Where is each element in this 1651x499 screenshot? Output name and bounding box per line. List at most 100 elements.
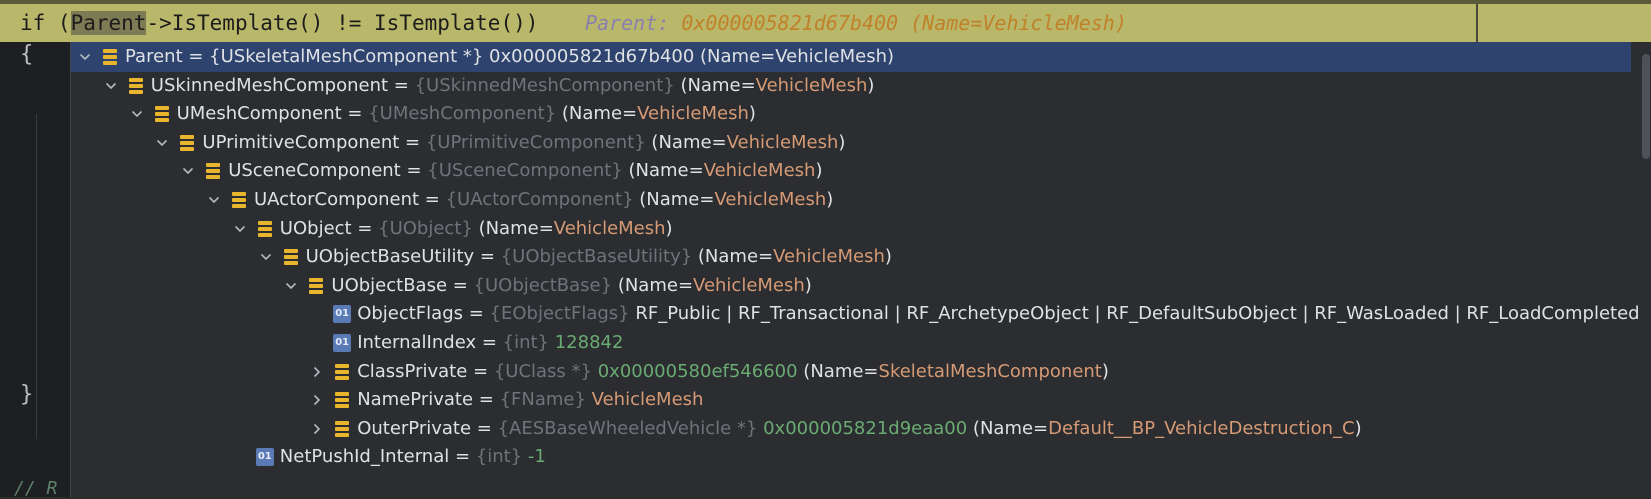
field-number-value: 0x000005821d9eaa00 (763, 417, 968, 439)
tree-row[interactable]: OuterPrivate = {AESBaseWheeledVehicle *}… (71, 414, 1631, 444)
field-type: {int} (502, 332, 555, 353)
primitive-field-icon: 01 (333, 334, 352, 352)
field-value-suffix: ) (826, 189, 834, 210)
field-name: UMeshComponent = (176, 103, 369, 125)
chevron-down-icon[interactable] (103, 71, 119, 101)
tree-row-text: NamePrivate = {FName} VehicleMesh (357, 385, 703, 415)
field-value-suffix: ) (884, 246, 892, 268)
field-name: UObjectBaseUtility = (305, 246, 501, 268)
field-type: {EObjectFlags} (489, 303, 636, 325)
tree-row[interactable]: UObject = {UObject} (Name=VehicleMesh) (71, 214, 1631, 244)
field-value: (Name= (967, 417, 1049, 439)
field-value: {USkeletalMeshComponent *} 0x000005821d6… (209, 46, 895, 67)
tree-row[interactable]: UObjectBaseUtility = {UObjectBaseUtility… (71, 242, 1631, 272)
tree-row[interactable]: USceneComponent = {USceneComponent} (Nam… (71, 156, 1631, 186)
chevron-down-icon[interactable] (129, 99, 145, 129)
field-number-value: 0x00000580ef546600 (597, 360, 798, 382)
field-number-value: -1 (527, 446, 546, 468)
tree-row[interactable]: UActorComponent = {UActorComponent} (Nam… (71, 185, 1631, 215)
tree-row[interactable]: UObjectBase = {UObjectBase} (Name=Vehicl… (71, 271, 1631, 301)
field-value: RF_Public | RF_Transactional | RF_Archet… (635, 303, 1640, 325)
tree-row[interactable]: 01 InternalIndex = {int} 128842 (71, 328, 1631, 358)
right-margin-guide (1476, 4, 1478, 42)
field-string-value: SkeletalMeshComponent (878, 360, 1102, 382)
field-name: Parent = (125, 46, 210, 67)
field-name: NamePrivate = (357, 389, 500, 411)
field-type: {UClass *} (493, 360, 598, 382)
field-string-value: Default__BP_VehicleDestruction_C (1048, 417, 1355, 439)
hovered-symbol[interactable]: Parent (70, 11, 147, 35)
tree-row[interactable]: USkinnedMeshComponent = {USkinnedMeshCom… (71, 71, 1631, 101)
field-string-value: VehicleMesh (703, 160, 816, 182)
chevron-down-icon[interactable] (283, 271, 299, 301)
primitive-field-icon: 01 (333, 305, 352, 324)
chevron-right-icon[interactable] (309, 414, 325, 444)
field-string-value: VehicleMesh (755, 74, 868, 96)
tree-row[interactable]: 01 ObjectFlags = {EObjectFlags} RF_Public… (71, 299, 1640, 329)
field-name: USkinnedMeshComponent = (150, 74, 415, 96)
field-name: ObjectFlags = (357, 303, 490, 325)
field-string-value: VehicleMesh (714, 189, 827, 210)
tree-row[interactable]: UPrimitiveComponent = {UPrimitiveCompone… (71, 128, 1631, 158)
field-number-value: 128842 (554, 332, 624, 353)
debugger-value-popup[interactable]: Parent = {USkeletalMeshComponent *} 0x00… (70, 42, 1651, 497)
field-type: {UObjectBase} (473, 274, 618, 296)
struct-field-icon (127, 77, 145, 95)
tree-row[interactable]: UMeshComponent = {UMeshComponent} (Name=… (71, 99, 1631, 129)
struct-field-icon (333, 420, 351, 438)
tree-row[interactable]: Parent = {USkeletalMeshComponent *} 0x00… (71, 42, 1631, 72)
field-type: {UActorComponent} (445, 189, 640, 210)
field-name: ClassPrivate = (357, 360, 494, 382)
open-brace: { (20, 42, 34, 67)
tree-row-text: OuterPrivate = {AESBaseWheeledVehicle *}… (357, 414, 1361, 444)
indent-guide (36, 114, 37, 439)
chevron-down-icon[interactable] (180, 156, 196, 186)
field-value: (Name= (651, 131, 727, 153)
tree-row-text: UObjectBaseUtility = {UObjectBaseUtility… (306, 242, 892, 272)
tree-row[interactable]: ClassPrivate = {UClass *} 0x00000580ef54… (71, 357, 1631, 387)
chevron-down-icon[interactable] (206, 185, 222, 215)
field-value: (Name= (478, 217, 554, 239)
tree-row-text: USkinnedMeshComponent = {USkinnedMeshCom… (151, 71, 875, 101)
chevron-right-icon[interactable] (309, 385, 325, 415)
field-name: NetPushId_Internal = (279, 446, 476, 468)
chevron-down-icon[interactable] (232, 214, 248, 244)
tree-row[interactable]: NamePrivate = {FName} VehicleMesh (71, 385, 1631, 415)
chevron-right-icon[interactable] (309, 357, 325, 387)
field-type: {USkinnedMeshComponent} (414, 74, 681, 96)
field-type: {FName} (499, 389, 592, 411)
inline-value-hint: Parent: 0x000005821d67b400 (Name=Vehicle… (585, 11, 1127, 35)
editor-left-area: { } (0, 42, 70, 497)
chevron-down-icon[interactable] (154, 128, 170, 158)
scrollbar-thumb[interactable] (1642, 54, 1650, 159)
tree-row-text: InternalIndex = {int} 128842 (357, 328, 623, 358)
field-value-suffix: ) (804, 274, 812, 296)
field-type: {AESBaseWheeledVehicle *} (497, 417, 764, 439)
struct-field-icon (101, 48, 119, 66)
tree-row[interactable]: 01 NetPushId_Internal = {int} -1 (71, 442, 1631, 472)
field-string-value: VehicleMesh (693, 274, 805, 296)
field-value: (Name= (617, 274, 694, 296)
tree-row-text: Parent = {USkeletalMeshComponent *} 0x00… (125, 42, 894, 72)
struct-field-icon (256, 220, 274, 238)
code-comment: // R (14, 478, 58, 499)
chevron-down-icon[interactable] (258, 242, 274, 272)
field-value-suffix: ) (1101, 360, 1109, 382)
current-code-line[interactable]: if (Parent->IsTemplate() != IsTemplate()… (0, 0, 1651, 42)
vertical-scrollbar[interactable] (1638, 42, 1651, 497)
tree-row-text: UPrimitiveComponent = {UPrimitiveCompone… (202, 128, 845, 158)
struct-field-icon (204, 162, 222, 180)
tree-row-text: UMeshComponent = {UMeshComponent} (Name=… (177, 99, 756, 129)
field-string-value: VehicleMesh (591, 389, 704, 411)
field-value-suffix: ) (867, 74, 875, 96)
tree-row-text: ClassPrivate = {UClass *} 0x00000580ef54… (357, 357, 1109, 387)
field-type: {UPrimitiveComponent} (425, 131, 652, 153)
chevron-down-icon[interactable] (77, 42, 93, 72)
field-value: (Name= (561, 103, 638, 125)
field-value: (Name= (680, 74, 756, 96)
field-name: UActorComponent = (254, 189, 446, 210)
field-value-suffix: ) (1354, 417, 1362, 439)
field-value: (Name= (628, 160, 704, 182)
tree-row-text: UObjectBase = {UObjectBase} (Name=Vehicl… (331, 271, 811, 301)
field-string-value: VehicleMesh (553, 217, 666, 239)
